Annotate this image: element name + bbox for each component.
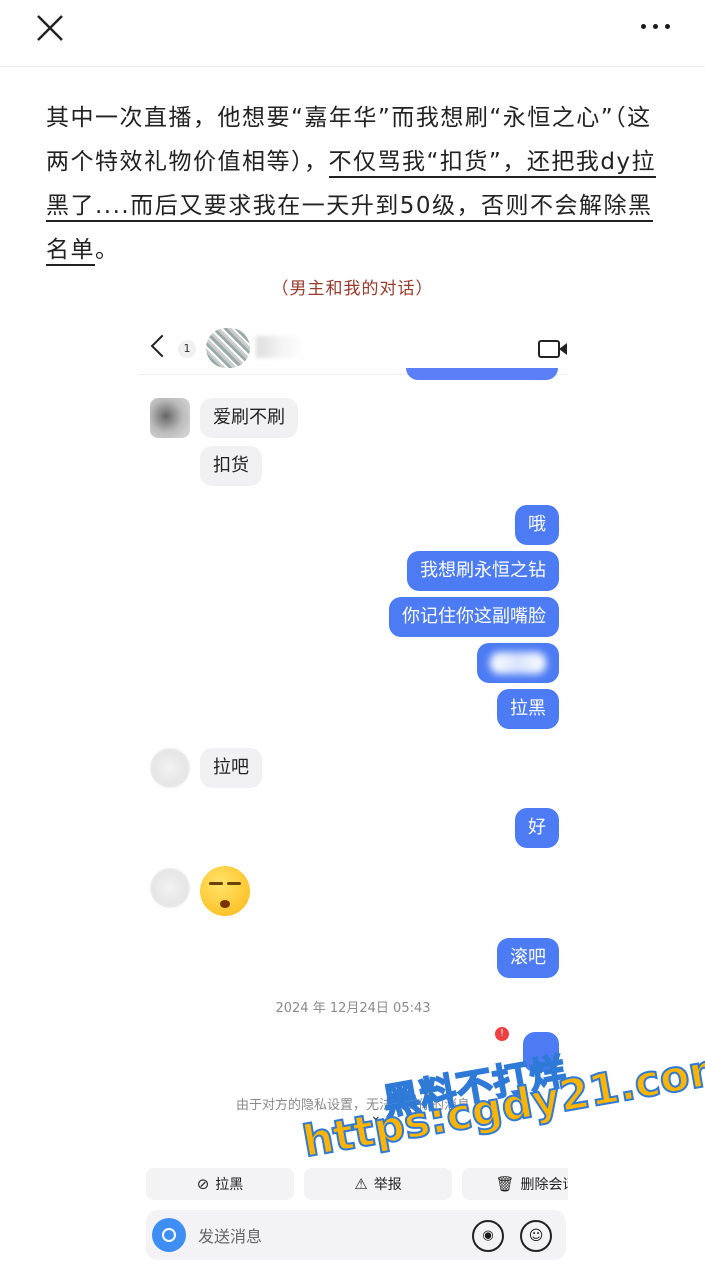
avatar[interactable] [150, 748, 190, 788]
cut-off-bubble [406, 368, 558, 380]
video-call-icon[interactable] [538, 340, 567, 358]
avatar[interactable] [150, 868, 190, 908]
camera-icon[interactable] [152, 1218, 186, 1252]
trash-icon: 🗑 [495, 1175, 515, 1193]
message-bubble: 哦 [515, 505, 559, 545]
article-text: 其中一次直播，他想要“嘉年华”而我想刷“永恒之心”（这两个特效礼物价值相等），不… [46, 96, 666, 272]
chevron-left-icon[interactable] [150, 334, 174, 358]
top-bar [0, 0, 705, 67]
error-badge: ! [495, 1027, 509, 1041]
message-bubble: 好 [515, 808, 559, 848]
blurred-message-bubble [477, 643, 559, 683]
article-part3: 。 [95, 237, 120, 263]
voice-icon[interactable]: ◉ [472, 1220, 504, 1252]
block-button[interactable]: ⊘ 拉黑 [146, 1168, 294, 1200]
image-caption: （男主和我的对话） [271, 279, 434, 299]
message-timestamp: 2024 年 12月24日 05:43 [275, 1001, 431, 1016]
message-bubble: 你记住你这副嘴脸 [389, 597, 559, 637]
delete-conversation-button[interactable]: 🗑 删除会话 [462, 1168, 568, 1200]
message-bubble: 爱刷不刷 [200, 398, 298, 438]
message-bubble: 滚吧 [497, 938, 559, 978]
warning-icon: ⚠ [354, 1175, 368, 1193]
chat-header: 1 [138, 318, 568, 375]
contact-name-blurred [256, 336, 306, 358]
message-bubble: 拉吧 [200, 748, 262, 788]
message-bubble: 扣货 [200, 446, 262, 486]
delete-label: 删除会话 [520, 1177, 568, 1193]
report-label: 举报 [373, 1177, 402, 1193]
emoji-icon[interactable]: ☺ [520, 1220, 552, 1252]
action-bar: ⊘ 拉黑 ⚠ 举报 🗑 删除会话 [146, 1168, 568, 1200]
close-icon[interactable] [34, 12, 66, 44]
ban-icon: ⊘ [196, 1175, 210, 1193]
message-bubble: 我想刷永恒之钻 [407, 551, 559, 591]
block-label: 拉黑 [215, 1177, 244, 1193]
contact-avatar[interactable] [206, 328, 250, 368]
avatar[interactable] [150, 398, 190, 438]
report-button[interactable]: ⚠ 举报 [304, 1168, 452, 1200]
message-bubble: 拉黑 [497, 689, 559, 729]
unread-badge: 1 [178, 340, 196, 358]
message-input-bar: 发送消息 ◉ ☺ [146, 1210, 566, 1260]
message-input[interactable]: 发送消息 [198, 1223, 262, 1247]
shushing-face-emoji [200, 866, 250, 916]
more-horizontal-icon[interactable] [639, 16, 673, 36]
